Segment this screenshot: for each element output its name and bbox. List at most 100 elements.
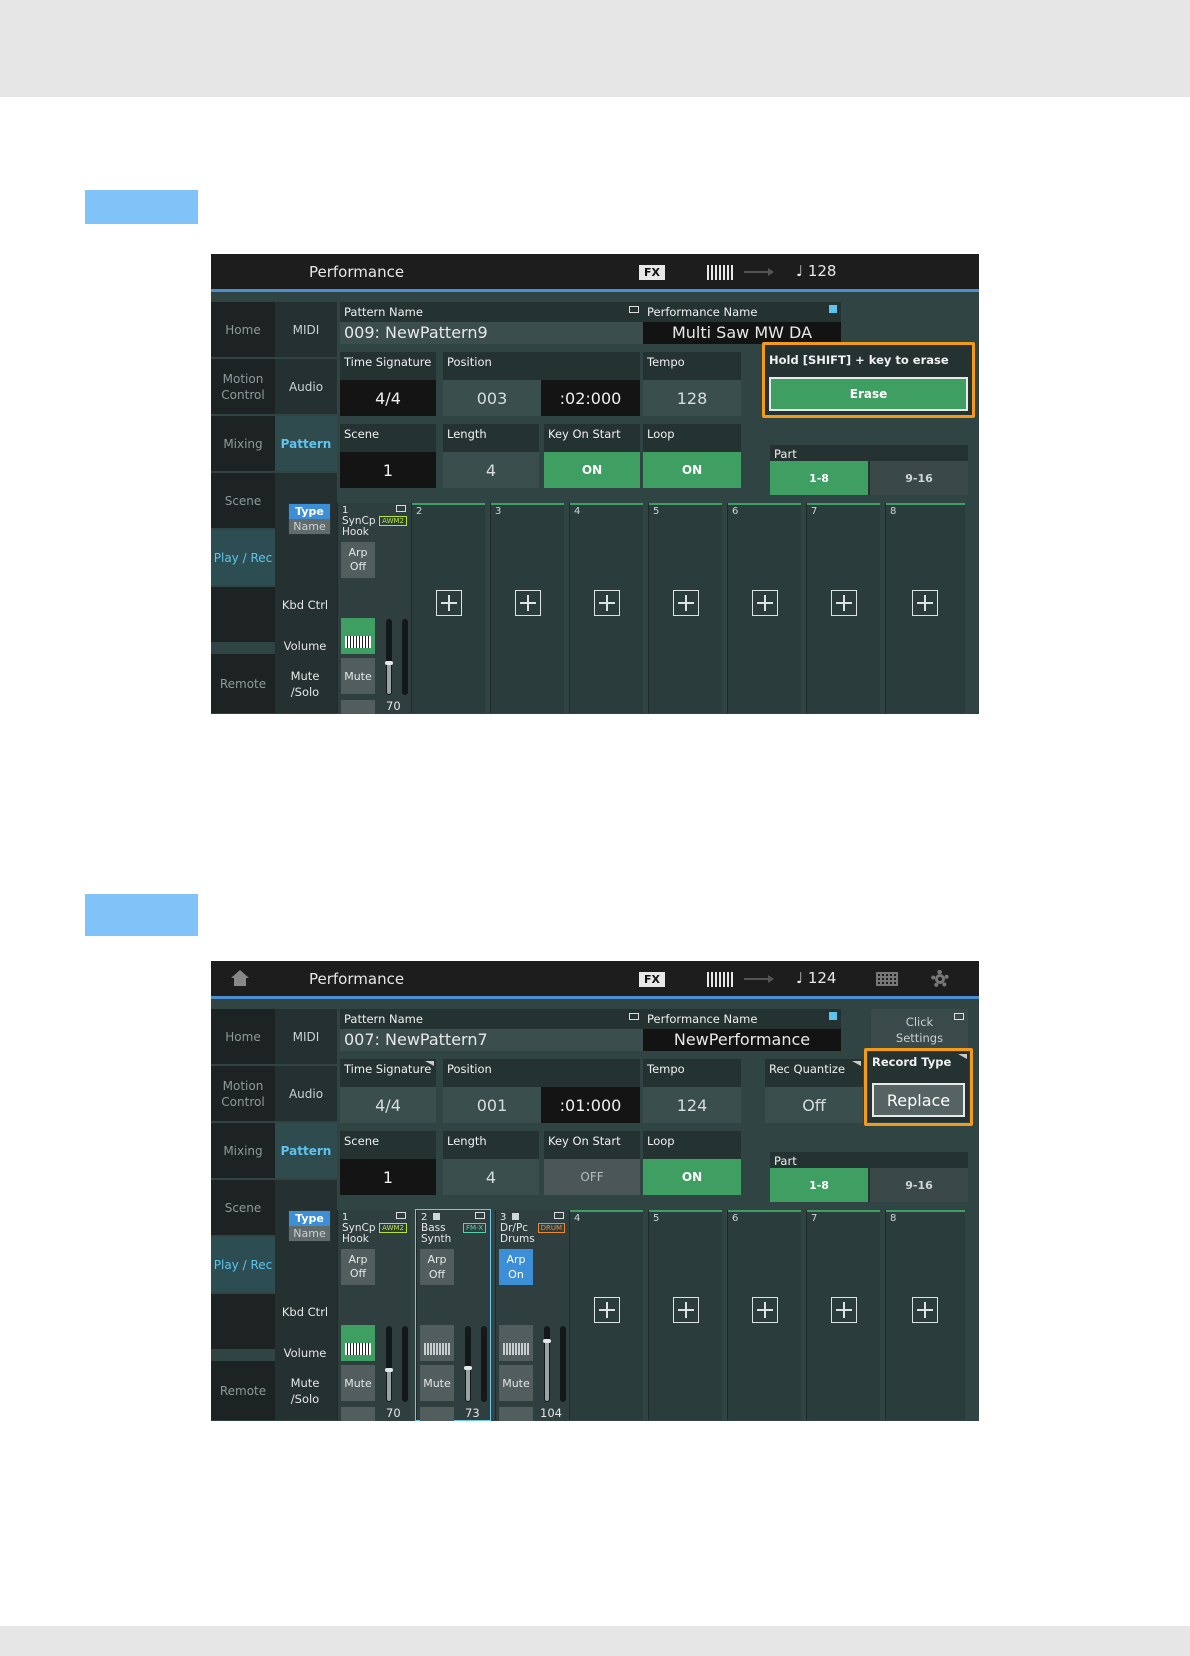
empty-part-slot[interactable]: 6 [727, 503, 801, 713]
volume-slider[interactable] [385, 1326, 393, 1402]
click-settings-button[interactable]: Click Settings [871, 1009, 968, 1051]
pattern-name-field[interactable]: Pattern Name 009: NewPattern9 [340, 302, 643, 344]
add-part-icon[interactable] [515, 590, 541, 616]
part-strip-3[interactable]: 3 Dr/Pc Drums DRUM Arp On Mute Solo 104 [495, 1210, 569, 1421]
tab-scene[interactable]: Scene [211, 473, 275, 529]
subtab-audio[interactable]: Audio [275, 359, 337, 415]
volume-slider[interactable] [543, 1326, 551, 1402]
tempo-indicator[interactable]: ♩ 128 [796, 262, 836, 280]
empty-part-slot[interactable]: 8 [885, 1210, 965, 1420]
key-on-start-field[interactable]: Key On Start ON [544, 424, 640, 488]
mute-button[interactable]: Mute [341, 1365, 375, 1401]
empty-part-slot[interactable]: 2 [411, 503, 485, 713]
scene-field[interactable]: Scene 1 [340, 1131, 436, 1195]
key-on-start-field[interactable]: Key On Start OFF [544, 1131, 640, 1195]
mute-button[interactable]: Mute [499, 1365, 533, 1401]
add-part-icon[interactable] [752, 590, 778, 616]
arp-button[interactable]: Arp Off [420, 1249, 454, 1285]
add-part-icon[interactable] [752, 1297, 778, 1323]
mute-button[interactable]: Mute [341, 658, 375, 694]
tab-remote[interactable]: Remote [211, 654, 275, 714]
loop-value[interactable]: ON [643, 452, 741, 488]
arp-button[interactable]: Arp On [499, 1249, 533, 1285]
loop-field[interactable]: Loop ON [643, 1131, 741, 1195]
empty-part-slot[interactable]: 4 [569, 1210, 643, 1420]
add-part-icon[interactable] [436, 590, 462, 616]
arp-button[interactable]: Arp Off [341, 542, 375, 578]
empty-part-slot[interactable]: 4 [569, 503, 643, 713]
add-part-icon[interactable] [831, 590, 857, 616]
part-9-16-button[interactable]: 9-16 [870, 1168, 968, 1202]
empty-part-slot[interactable]: 5 [648, 503, 722, 713]
tempo-indicator[interactable]: ♩ 124 [796, 969, 836, 987]
position-measure[interactable]: 003 [443, 380, 541, 416]
solo-button[interactable]: Solo [499, 1407, 533, 1421]
part-strip-2[interactable]: 2 Bass Synth FM-X Arp Off Mute Solo 73 [415, 1209, 491, 1421]
tab-play-rec[interactable]: Play / Rec [211, 1237, 275, 1293]
tab-remote[interactable]: Remote [211, 1361, 275, 1421]
key-on-start-value[interactable]: ON [544, 452, 640, 488]
tempo-field[interactable]: Tempo 128 [643, 352, 741, 416]
subtab-pattern[interactable]: Pattern [275, 416, 337, 472]
name-toggle[interactable]: Name [289, 1226, 330, 1241]
part-1-8-button[interactable]: 1-8 [770, 461, 868, 495]
position-beat[interactable]: :01:000 [541, 1087, 640, 1123]
volume-slider[interactable] [464, 1326, 472, 1402]
tab-scene[interactable]: Scene [211, 1180, 275, 1236]
arp-button[interactable]: Arp Off [341, 1249, 375, 1285]
part-strip-1[interactable]: 1 SynCp Hook AWM2 Arp Off Mute Solo 70 [337, 1210, 411, 1421]
time-signature-field[interactable]: Time Signature 4/4 [340, 352, 436, 416]
empty-part-slot[interactable]: 5 [648, 1210, 722, 1420]
part-1-8-button[interactable]: 1-8 [770, 1168, 868, 1202]
length-field[interactable]: Length 4 [443, 1131, 539, 1195]
empty-part-slot[interactable]: 7 [806, 1210, 880, 1420]
tempo-field[interactable]: Tempo 124 [643, 1059, 741, 1123]
home-icon[interactable] [231, 970, 249, 986]
add-part-icon[interactable] [912, 590, 938, 616]
subtab-pattern[interactable]: Pattern [275, 1123, 337, 1179]
time-signature-field[interactable]: Time Signature 4/4 [340, 1059, 436, 1123]
rec-quantize-field[interactable]: Rec Quantize Off [765, 1059, 863, 1123]
kbd-ctrl-button[interactable] [341, 618, 375, 654]
position-field[interactable]: Position 003 :02:000 [443, 352, 640, 416]
fx-icon[interactable]: FX [639, 972, 665, 987]
performance-name-field[interactable]: Performance Name NewPerformance [643, 1009, 841, 1051]
add-part-icon[interactable] [594, 590, 620, 616]
add-part-icon[interactable] [594, 1297, 620, 1323]
gear-icon[interactable] [931, 970, 949, 988]
tab-home[interactable]: Home [211, 1009, 275, 1065]
performance-name-field[interactable]: Performance Name Multi Saw MW DA [643, 302, 841, 344]
tab-play-rec[interactable]: Play / Rec [211, 530, 275, 586]
type-toggle[interactable]: Type [289, 1211, 330, 1226]
subtab-midi[interactable]: MIDI [275, 302, 337, 358]
kbd-ctrl-button[interactable] [420, 1325, 454, 1361]
empty-part-slot[interactable]: 3 [490, 503, 564, 713]
empty-part-slot[interactable]: 7 [806, 503, 880, 713]
type-name-toggle[interactable]: Type Name [288, 1210, 331, 1242]
type-toggle[interactable]: Type [289, 504, 330, 519]
quick-access-icon[interactable] [876, 972, 898, 986]
solo-button[interactable]: Solo [420, 1407, 454, 1421]
solo-button[interactable]: Solo [341, 700, 375, 714]
scene-field[interactable]: Scene 1 [340, 424, 436, 488]
pattern-name-field[interactable]: Pattern Name 007: NewPattern7 [340, 1009, 643, 1051]
position-beat[interactable]: :02:000 [541, 380, 640, 416]
tab-motion-control[interactable]: Motion Control [211, 359, 275, 415]
kbd-ctrl-button[interactable] [341, 1325, 375, 1361]
type-name-toggle[interactable]: Type Name [288, 503, 331, 535]
tab-mixing[interactable]: Mixing [211, 416, 275, 472]
add-part-icon[interactable] [673, 1297, 699, 1323]
position-field[interactable]: Position 001 :01:000 [443, 1059, 640, 1123]
kbd-ctrl-button[interactable] [499, 1325, 533, 1361]
add-part-icon[interactable] [831, 1297, 857, 1323]
tab-motion-control[interactable]: Motion Control [211, 1066, 275, 1122]
part-strip-1[interactable]: 1 SynCp Hook AWM2 Arp Off Mute Solo 70 [337, 503, 411, 714]
loop-value[interactable]: ON [643, 1159, 741, 1195]
name-toggle[interactable]: Name [289, 519, 330, 534]
add-part-icon[interactable] [912, 1297, 938, 1323]
subtab-midi[interactable]: MIDI [275, 1009, 337, 1065]
tab-home[interactable]: Home [211, 302, 275, 358]
add-part-icon[interactable] [673, 590, 699, 616]
tab-mixing[interactable]: Mixing [211, 1123, 275, 1179]
solo-button[interactable]: Solo [341, 1407, 375, 1421]
